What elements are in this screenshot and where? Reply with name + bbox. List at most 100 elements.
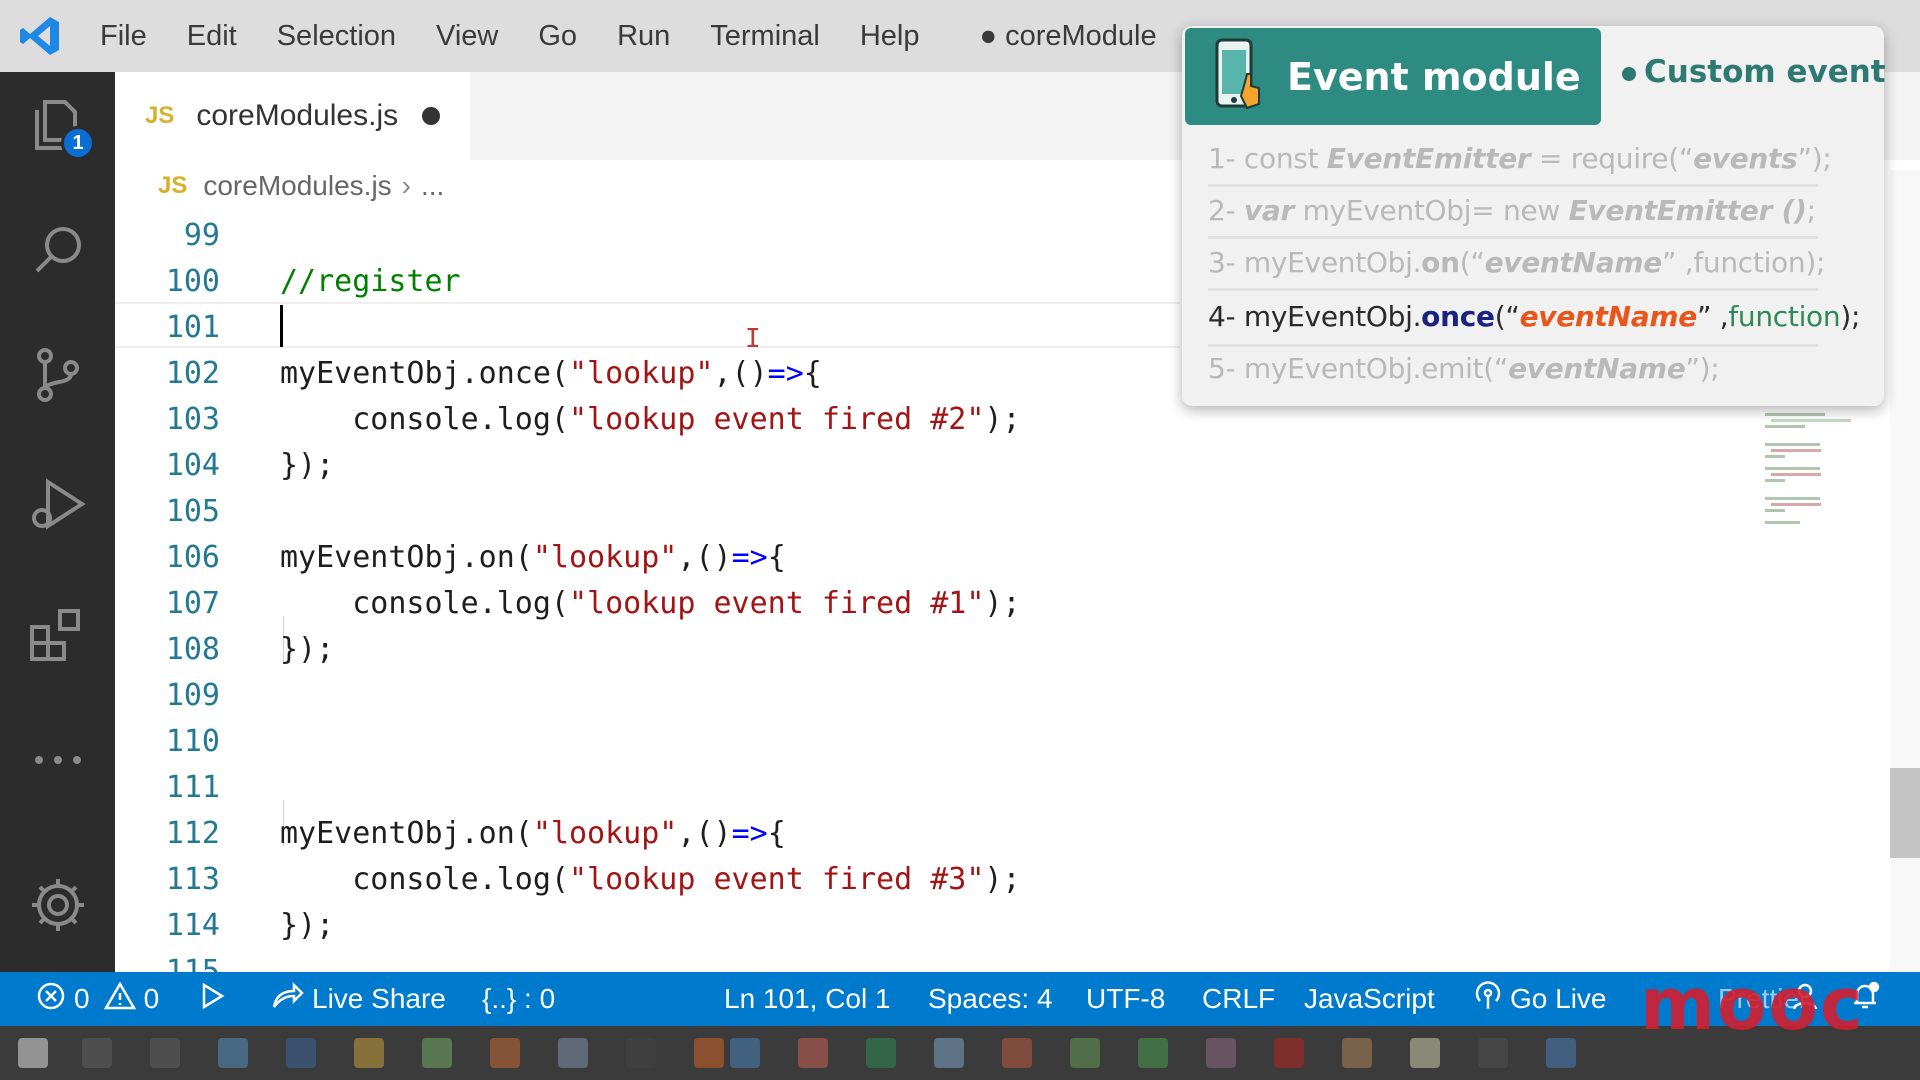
code-line: 109 bbox=[115, 672, 1890, 718]
run-debug-button[interactable] bbox=[0, 462, 115, 552]
event-module-overlay: Event module Custom event 1- const Event… bbox=[1182, 26, 1886, 406]
settings-button[interactable] bbox=[0, 862, 115, 952]
taskbar-app-icon[interactable] bbox=[82, 1038, 112, 1068]
taskbar-app-icon[interactable] bbox=[626, 1038, 656, 1068]
text-caret bbox=[280, 305, 283, 347]
search-button[interactable] bbox=[0, 207, 115, 297]
menu-view[interactable]: View bbox=[416, 0, 518, 72]
error-count: 0 bbox=[74, 983, 90, 1014]
start-icon[interactable] bbox=[18, 1038, 48, 1068]
taskbar-app-icon[interactable] bbox=[1206, 1038, 1236, 1068]
bullet-icon bbox=[1622, 66, 1636, 81]
line-number: 102 bbox=[165, 355, 220, 391]
code-text: myEventObj.once("lookup",()=>{ bbox=[280, 355, 822, 391]
overlay-subtitle: Custom event bbox=[1622, 54, 1886, 90]
scrollbar-thumb[interactable] bbox=[1890, 768, 1920, 858]
code-line: 106 myEventObj.on("lookup",()=>{ bbox=[115, 534, 1890, 580]
problems-indicator[interactable]: 0 0 bbox=[36, 972, 159, 1026]
extensions-button[interactable] bbox=[0, 592, 115, 682]
code-comment: //register bbox=[280, 263, 461, 299]
menu-terminal[interactable]: Terminal bbox=[690, 0, 840, 72]
line-number: 99 bbox=[183, 217, 220, 253]
status-bar: 0 0 Live Share {..} : 0 Ln 101, Col 1 Sp… bbox=[0, 972, 1920, 1026]
code-line: 112 myEventObj.on("lookup",()=>{ bbox=[115, 810, 1890, 856]
taskbar-app-icon[interactable] bbox=[422, 1038, 452, 1068]
taskbar-app-icon[interactable] bbox=[694, 1038, 724, 1068]
window-title: ● coreModule bbox=[979, 19, 1157, 52]
line-number: 114 bbox=[165, 907, 220, 943]
line-number: 106 bbox=[165, 539, 220, 575]
code-line: 107 console.log("lookup event fired #1")… bbox=[115, 580, 1890, 626]
tab-coremodules[interactable]: JS coreModules.js bbox=[115, 72, 470, 160]
source-control-button[interactable] bbox=[0, 332, 115, 422]
live-share-button[interactable]: Live Share bbox=[270, 972, 446, 1026]
taskbar-app-icon[interactable] bbox=[1274, 1038, 1304, 1068]
search-icon bbox=[31, 223, 85, 282]
unsaved-dot-icon[interactable] bbox=[422, 107, 441, 125]
taskbar-app-icon[interactable] bbox=[490, 1038, 520, 1068]
taskbar-app-icon[interactable] bbox=[934, 1038, 964, 1068]
line-number: 111 bbox=[165, 769, 220, 805]
more-button[interactable] bbox=[0, 717, 115, 807]
code-line: 108 }); bbox=[115, 626, 1890, 672]
taskbar-app-icon[interactable] bbox=[150, 1038, 180, 1068]
minimap[interactable] bbox=[1765, 405, 1885, 545]
encoding[interactable]: UTF-8 bbox=[1086, 972, 1165, 1026]
code-line: 113 console.log("lookup event fired #3")… bbox=[115, 856, 1890, 902]
taskbar-app-icon[interactable] bbox=[730, 1038, 760, 1068]
tab-label: coreModules.js bbox=[196, 99, 399, 132]
language-mode[interactable]: JavaScript bbox=[1304, 972, 1435, 1026]
breadcrumb: JS coreModules.js › ... bbox=[158, 160, 444, 212]
line-number: 100 bbox=[165, 263, 220, 299]
chevron-right-icon: › bbox=[401, 170, 411, 201]
taskbar-app-icon[interactable] bbox=[1478, 1038, 1508, 1068]
explorer-button[interactable]: 1 bbox=[0, 82, 115, 172]
taskbar-app-icon[interactable] bbox=[866, 1038, 896, 1068]
taskbar-app-icon[interactable] bbox=[218, 1038, 248, 1068]
taskbar-app-icon[interactable] bbox=[1138, 1038, 1168, 1068]
menu-go[interactable]: Go bbox=[518, 0, 597, 72]
line-number: 104 bbox=[165, 447, 220, 483]
braces-indicator[interactable]: {..} : 0 bbox=[482, 972, 555, 1026]
error-icon bbox=[36, 981, 74, 1018]
channel-watermark-logo: mooc bbox=[1640, 962, 1865, 1046]
cursor-position[interactable]: Ln 101, Col 1 bbox=[724, 972, 891, 1026]
line-number: 115 bbox=[165, 953, 220, 973]
overlay-step-3: 3- myEventObj.on(“eventName” ,function); bbox=[1208, 246, 1826, 279]
taskbar-app-icon[interactable] bbox=[1546, 1038, 1576, 1068]
taskbar-app-icon[interactable] bbox=[798, 1038, 828, 1068]
line-ending[interactable]: CRLF bbox=[1202, 972, 1275, 1026]
breadcrumb-file[interactable]: coreModules.js bbox=[203, 170, 391, 202]
overlay-step-5: 5- myEventObj.emit(“eventName”); bbox=[1208, 352, 1720, 385]
menu-edit[interactable]: Edit bbox=[167, 0, 257, 72]
source-control-icon bbox=[31, 346, 85, 409]
live-share-icon bbox=[270, 981, 312, 1018]
taskbar-app-icon[interactable] bbox=[354, 1038, 384, 1068]
broadcast-icon bbox=[1474, 980, 1510, 1018]
menu-file[interactable]: File bbox=[80, 0, 167, 72]
taskbar-app-icon[interactable] bbox=[286, 1038, 316, 1068]
mouse-ibeam-icon: I bbox=[745, 324, 761, 354]
taskbar-app-icon[interactable] bbox=[1410, 1038, 1440, 1068]
run-button[interactable] bbox=[200, 972, 234, 1026]
taskbar-app-icon[interactable] bbox=[558, 1038, 588, 1068]
extensions-icon bbox=[28, 605, 88, 670]
vscode-logo-icon bbox=[0, 0, 80, 72]
warning-count: 0 bbox=[143, 983, 160, 1014]
indentation[interactable]: Spaces: 4 bbox=[928, 972, 1053, 1026]
taskbar-app-icon[interactable] bbox=[1002, 1038, 1032, 1068]
line-number: 110 bbox=[165, 723, 220, 759]
breadcrumb-rest[interactable]: ... bbox=[421, 170, 444, 202]
go-live-button[interactable]: Go Live bbox=[1474, 972, 1607, 1026]
menu-selection[interactable]: Selection bbox=[257, 0, 416, 72]
taskbar-app-icon[interactable] bbox=[1070, 1038, 1100, 1068]
line-number: 109 bbox=[165, 677, 220, 713]
code-text: myEventObj.on("lookup",()=>{ bbox=[280, 539, 786, 575]
code-line: 104 }); bbox=[115, 442, 1890, 488]
overlay-step-4: 4- myEventObj.once(“eventName” ,function… bbox=[1208, 300, 1861, 333]
overlay-divider bbox=[1208, 288, 1818, 291]
menu-help[interactable]: Help bbox=[840, 0, 940, 72]
phone-touch-icon bbox=[1213, 34, 1271, 119]
menu-run[interactable]: Run bbox=[597, 0, 690, 72]
taskbar-app-icon[interactable] bbox=[1342, 1038, 1372, 1068]
